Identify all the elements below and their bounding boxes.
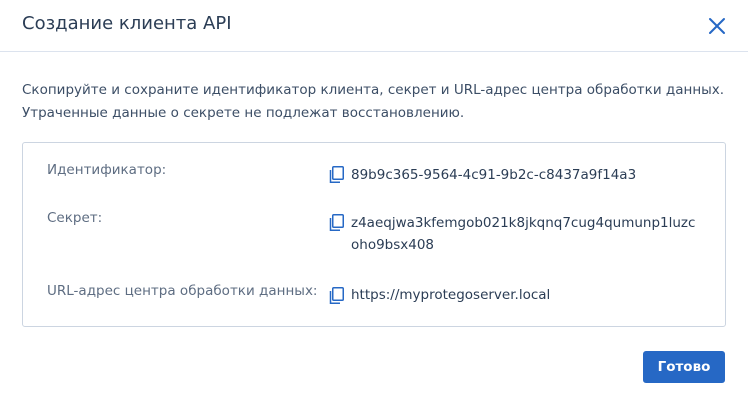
secret-label: Секрет: (47, 210, 103, 226)
secret-value-line: z4aeqjwa3kfemgob021k8jkqnq7cug4qumunp1lu… (351, 215, 696, 231)
datacenter-url-label: URL-адрес центра обработки данных: (47, 283, 318, 299)
identifier-value[interactable]: 89b9c365-9564-4c91-9b2c-c8437a9f14a3 (351, 164, 636, 186)
identifier-label: Идентификатор: (47, 162, 167, 178)
create-api-client-dialog: Создание клиента API Скопируйте и сохран… (0, 0, 748, 406)
dialog-description: Скопируйте и сохраните идентификатор кли… (22, 79, 725, 125)
dialog-header: Создание клиента API (0, 0, 748, 52)
done-button[interactable]: Готово (643, 351, 725, 383)
credentials-panel: Идентификатор: 89b9c365-9564-4c91-9b2c-c… (22, 142, 726, 327)
close-icon[interactable] (706, 15, 728, 37)
description-line: Утраченные данные о секрете не подлежат … (22, 105, 465, 121)
copy-secret-icon[interactable] (328, 214, 344, 232)
copy-identifier-icon[interactable] (328, 166, 344, 184)
datacenter-url-value[interactable]: https://myprotegoserver.local (351, 284, 550, 306)
secret-value[interactable]: z4aeqjwa3kfemgob021k8jkqnq7cug4qumunp1lu… (351, 212, 695, 256)
secret-value-line: oho9bsx408 (351, 237, 435, 253)
dialog-title: Создание клиента API (22, 13, 232, 34)
copy-datacenter-url-icon[interactable] (328, 287, 344, 305)
description-line: Скопируйте и сохраните идентификатор кли… (22, 82, 725, 98)
